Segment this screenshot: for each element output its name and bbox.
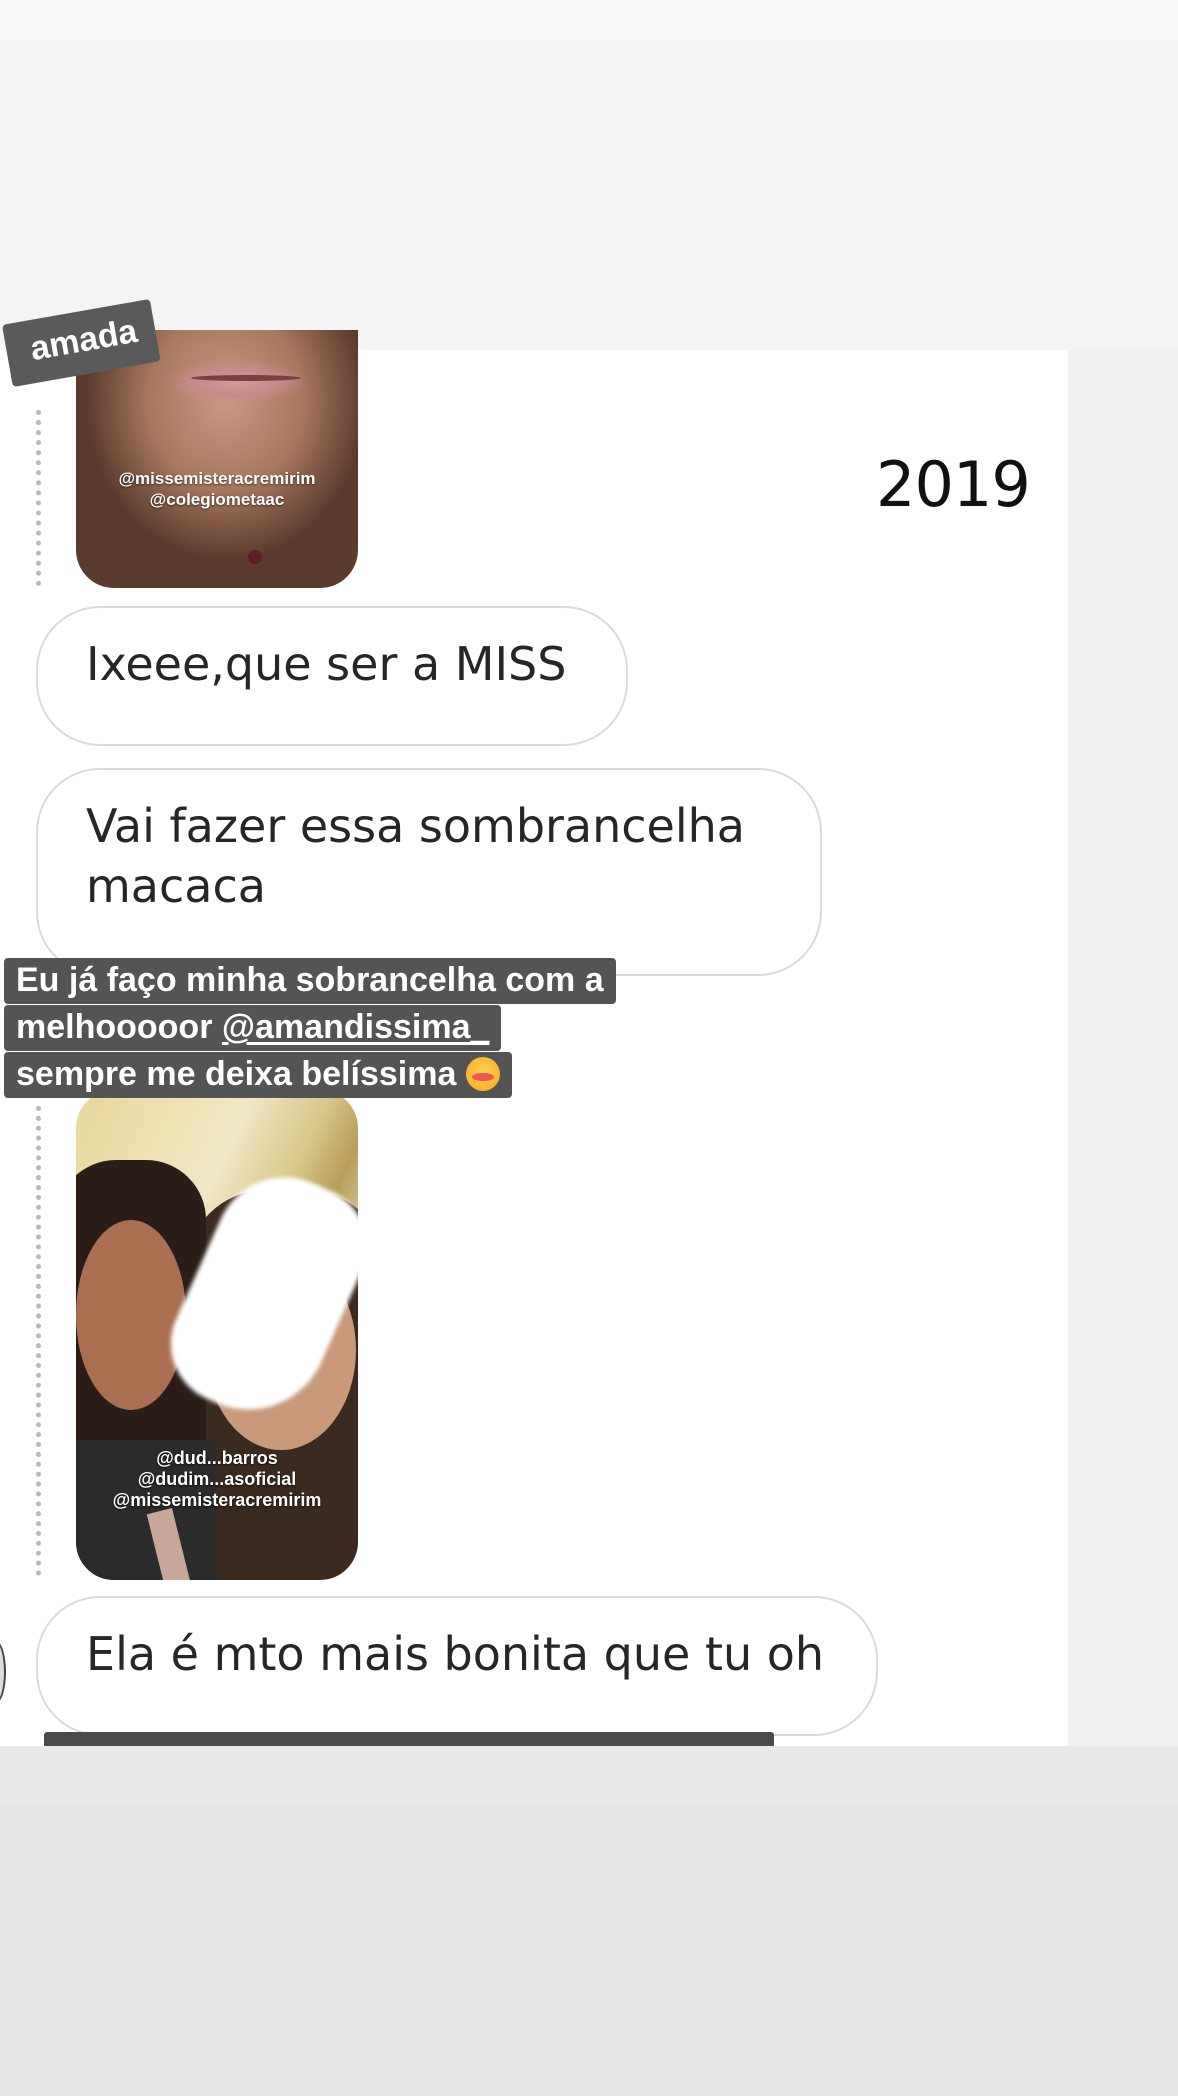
year-label: 2019 (876, 448, 1031, 521)
story-credit: @colegiometaac (149, 490, 285, 509)
story-thumbnail-1[interactable]: @missemisteracremirim @colegiometaac (76, 330, 358, 588)
story-image-detail (76, 1220, 186, 1410)
bottom-shade (0, 1746, 1178, 1806)
reply-thread-line (36, 410, 41, 586)
top-strip (0, 0, 1178, 40)
story-credit: @missemisteracremirim (118, 469, 316, 488)
message-bubble[interactable]: Ela é mto mais bonita que tu oh (36, 1596, 878, 1736)
caption-mention-link[interactable]: @amandissima_ (222, 1008, 490, 1046)
caption-line: melhooooor @amandissima_ (4, 1005, 502, 1051)
story-thumbnail-2[interactable]: @dud...barros @dudim...asoficial @missem… (76, 1090, 358, 1580)
story-credits: @missemisteracremirim @colegiometaac (76, 468, 358, 510)
message-text: Ixeee,que ser a MISS (86, 637, 567, 691)
caption-text: melhooooor (16, 1008, 222, 1046)
story-credit: @dudim...asoficial (137, 1469, 297, 1489)
smiling-face-with-hearts-icon (465, 1057, 500, 1091)
top-background (0, 0, 1178, 350)
message-text-line: macaca (86, 859, 266, 913)
message-text: Ela é mto mais bonita que tu oh (86, 1627, 825, 1681)
story-caption: Eu já faço minha sobrancelha com a melho… (4, 958, 616, 1099)
message-text-line: Vai fazer essa sombrancelha (86, 799, 745, 853)
caption-line: sempre me deixa belíssima (4, 1052, 512, 1098)
story-credit: @missemisteracremirim (112, 1490, 322, 1510)
story-credit: @dud...barros (156, 1448, 278, 1468)
story-caption-cropped (44, 1732, 774, 1746)
caption-line: Eu já faço minha sobrancelha com a (4, 958, 616, 1004)
message-bubble[interactable]: Vai fazer essa sombrancelha macaca (36, 768, 822, 976)
story-credits: @dud...barros @dudim...asoficial @missem… (76, 1448, 358, 1511)
story-image-detail (248, 550, 262, 564)
caption-text: sempre me deixa belíssima (16, 1055, 457, 1093)
right-margin (1068, 350, 1178, 1746)
story-image-detail (191, 375, 301, 381)
reply-thread-line (36, 1106, 41, 1576)
message-bubble[interactable]: Ixeee,que ser a MISS (36, 606, 628, 746)
bottom-background (0, 1746, 1178, 2096)
